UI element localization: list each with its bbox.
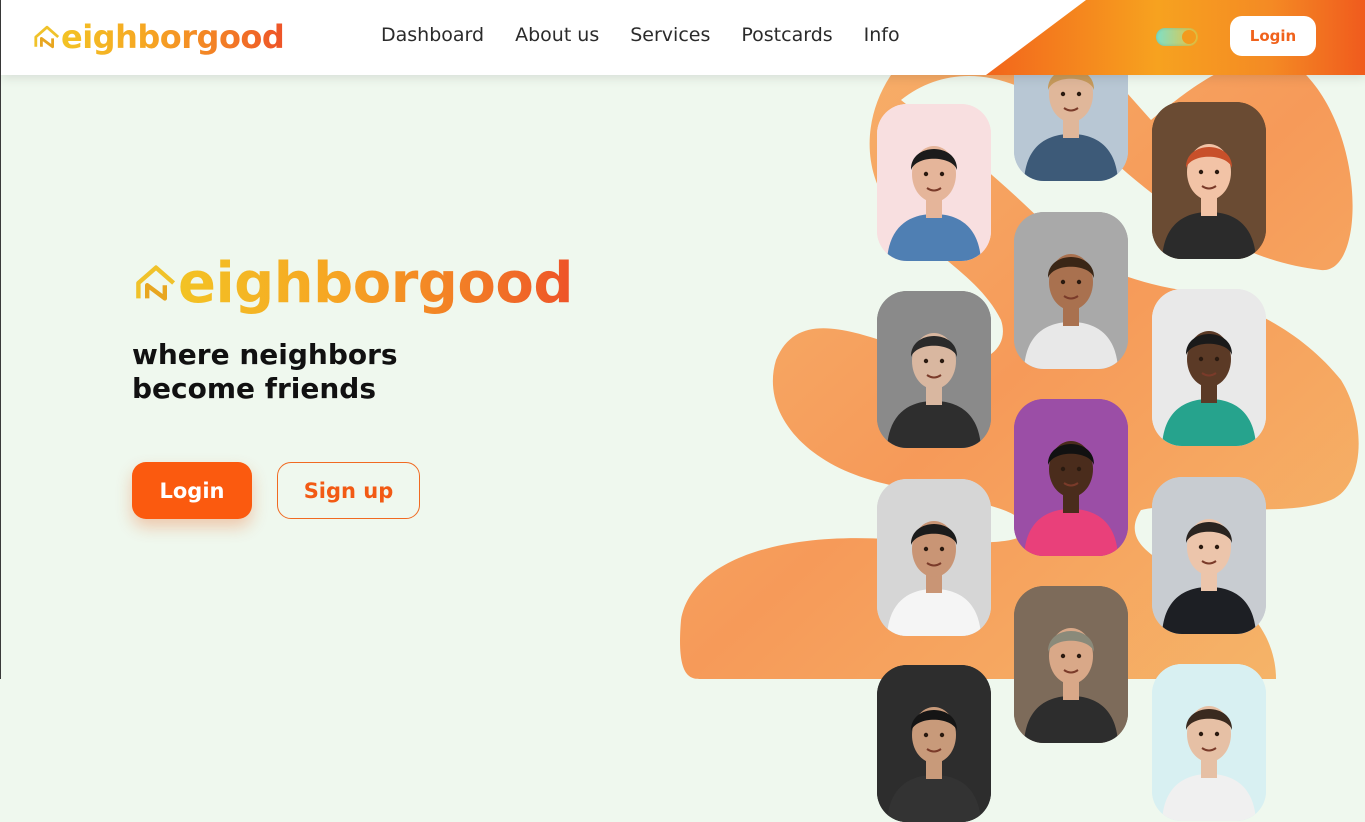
member-photo	[1014, 399, 1128, 556]
header-logo[interactable]: eighborgood	[33, 17, 285, 57]
toggle-knob	[1182, 30, 1196, 44]
portrait-image	[877, 665, 991, 822]
nav-about-us[interactable]: About us	[515, 24, 599, 46]
nav-info[interactable]: Info	[864, 24, 900, 46]
portrait-image	[1014, 586, 1128, 743]
main-nav: Dashboard About us Services Postcards In…	[381, 24, 931, 46]
header-logo-text: eighborgood	[61, 18, 285, 56]
member-photo	[1014, 212, 1128, 369]
member-photo	[877, 665, 991, 822]
portrait-image	[1014, 399, 1128, 556]
portrait-image	[1152, 289, 1266, 446]
portrait-image	[877, 291, 991, 448]
member-photo	[1014, 586, 1128, 743]
nav-services[interactable]: Services	[630, 24, 710, 46]
house-n-icon	[34, 25, 60, 49]
nav-postcards[interactable]: Postcards	[741, 24, 832, 46]
top-navbar: eighborgood Dashboard About us Services …	[1, 0, 1365, 75]
member-photo	[1152, 102, 1266, 259]
member-photo	[877, 291, 991, 448]
member-photo	[877, 104, 991, 261]
member-photo	[1152, 664, 1266, 821]
portrait-image	[1152, 477, 1266, 634]
portrait-image	[877, 479, 991, 636]
member-photo	[1152, 477, 1266, 634]
member-photo	[877, 479, 991, 636]
nav-dashboard[interactable]: Dashboard	[381, 24, 484, 46]
portrait-image	[877, 104, 991, 261]
portrait-image	[1152, 664, 1266, 821]
portrait-image	[1014, 212, 1128, 369]
theme-toggle[interactable]	[1156, 28, 1198, 46]
header-login-button[interactable]: Login	[1230, 16, 1316, 56]
member-photo	[1152, 289, 1266, 446]
portrait-image	[1152, 102, 1266, 259]
